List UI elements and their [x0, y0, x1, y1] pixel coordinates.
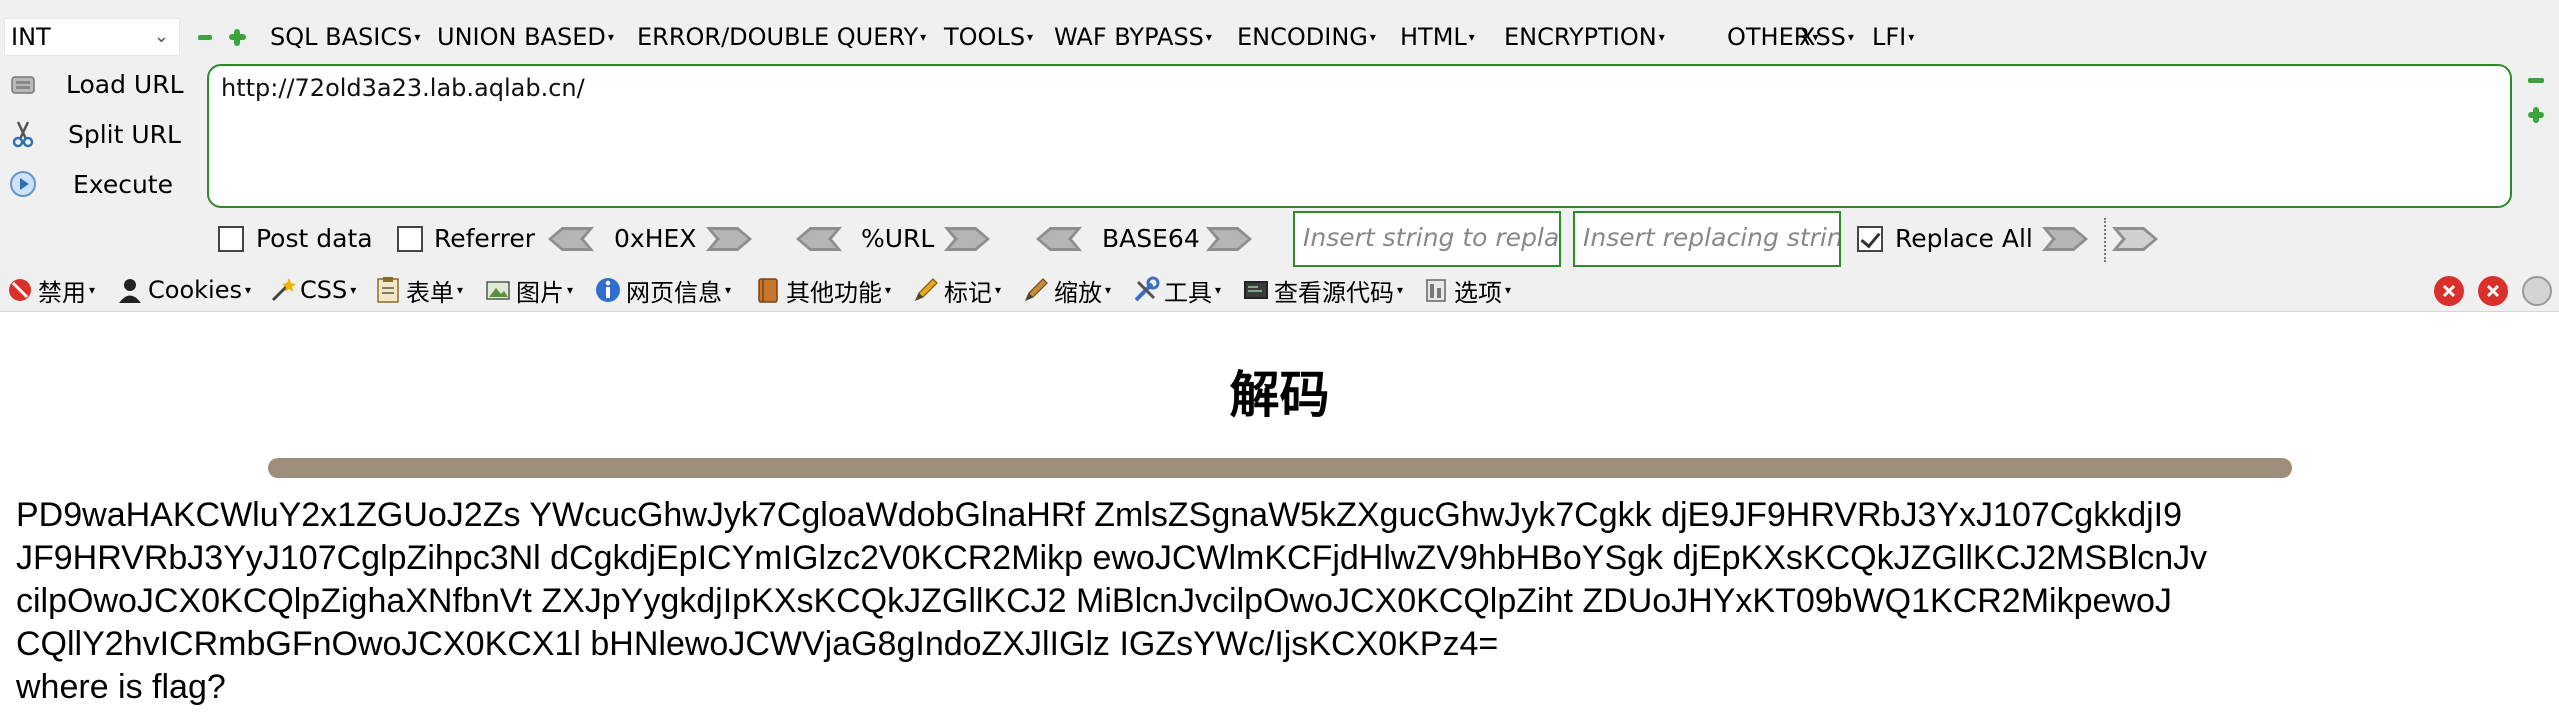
options-icon [1426, 279, 1446, 302]
toolbar-cookies[interactable]: Cookies ▾ [116, 274, 251, 306]
menu-error-double-query[interactable]: ERROR/DOUBLE QUERY ▾ [637, 20, 926, 54]
replace-all-checkbox[interactable] [1857, 226, 1883, 252]
resize-icon [1024, 278, 1048, 302]
hex-label: 0xHEX [614, 224, 697, 253]
menu-encryption[interactable]: ENCRYPTION ▾ [1504, 20, 1665, 54]
play-icon [10, 171, 36, 197]
toolbar-page-info[interactable]: 网页信息 ▾ [594, 274, 731, 307]
toolbar-tools[interactable]: 工具 ▾ [1132, 274, 1221, 307]
hackbar-panel: INT ⌄ SQL BASICS ▾ UNION BASED ▾ ERROR/DOU… [0, 0, 2559, 268]
divider [268, 458, 2292, 478]
css-wand-icon [271, 278, 296, 302]
separator [2104, 218, 2106, 262]
encoded-line: JF9HRVRbJ3YyJ107CglpZihpc3Nl dCgkdjEpICY… [16, 539, 2208, 577]
encoded-content: PD9waHAKCWluY2x1ZGUoJ2Zs YWcucGhwJyk7Cgl… [16, 494, 2316, 709]
url-textarea[interactable]: http://72old3a23.lab.aqlab.cn/ [207, 64, 2512, 208]
menu-union-based[interactable]: UNION BASED ▾ [437, 20, 614, 54]
hex-decode-arrow-icon[interactable] [548, 225, 594, 253]
toolbar-css[interactable]: CSS ▾ [268, 274, 356, 306]
toolbar-outline[interactable]: 标记 ▾ [912, 274, 1001, 307]
image-icon [486, 281, 510, 300]
minimize-toolbar-icon[interactable] [2522, 276, 2552, 306]
url-encoding-label: %URL [861, 224, 935, 253]
encoded-line: CQllY2hvICRmbGFnOwoJCX0KCX1l bHNlewoJCWV… [16, 625, 1499, 663]
base64-decode-arrow-icon[interactable] [1036, 225, 1082, 253]
base64-label: BASE64 [1102, 224, 1200, 253]
menu-html[interactable]: HTML ▾ [1400, 20, 1475, 54]
replace-string-input[interactable]: Insert string to replace [1293, 211, 1561, 267]
load-url-icon [11, 76, 35, 94]
injection-type-value: INT [11, 23, 51, 51]
execute-button[interactable]: Execute [0, 162, 200, 206]
decrease-icon[interactable] [196, 28, 214, 46]
split-url-button[interactable]: Split URL [0, 112, 200, 156]
chevron-down-icon: ⌄ [153, 26, 169, 47]
toolbar-forms[interactable]: 表单 ▾ [374, 274, 463, 307]
load-url-button[interactable]: Load URL [0, 62, 200, 106]
increase-icon[interactable] [228, 28, 246, 46]
menu-waf-bypass[interactable]: WAF BYPASS ▾ [1054, 20, 1212, 54]
collapse-icon[interactable] [2527, 72, 2545, 90]
url-encode-arrow-icon[interactable] [944, 225, 990, 253]
web-developer-toolbar: 禁用 ▾ Cookies ▾ CSS ▾ 表单 ▾ 图片 ▾ 网页信息 ▾ 其他功能 ▾ 标记… [0, 268, 2559, 312]
menu-encoding[interactable]: ENCODING ▾ [1237, 20, 1376, 54]
tools-icon [1134, 276, 1160, 302]
toolbar-misc[interactable]: 其他功能 ▾ [754, 274, 891, 307]
post-data-label: Post data [256, 224, 373, 253]
form-icon [377, 277, 399, 303]
replace-all-arrow-icon[interactable] [2112, 225, 2158, 253]
toolbar-images[interactable]: 图片 ▾ [484, 274, 573, 307]
referrer-label: Referrer [434, 224, 536, 253]
encoded-line: cilpOwoJCX0KCQlpZighaXNfbnVt ZXJpYygkdjI… [16, 582, 2172, 620]
replacing-string-input[interactable]: Insert replacing string [1573, 211, 1841, 267]
close-all-icon[interactable] [2478, 276, 2508, 306]
menu-xss[interactable]: XSS ▾ [1799, 20, 1854, 54]
menu-sql-basics[interactable]: SQL BASICS ▾ [270, 20, 420, 54]
replace-arrow-icon[interactable] [2042, 225, 2088, 253]
disable-icon [9, 279, 31, 301]
scissors-icon [12, 121, 34, 148]
toolbar-resize[interactable]: 缩放 ▾ [1022, 274, 1111, 307]
source-icon [1244, 281, 1268, 299]
status-message: where is flag? [16, 668, 226, 706]
pencil-icon [914, 278, 938, 302]
info-icon [596, 278, 620, 302]
url-decode-arrow-icon[interactable] [796, 225, 842, 253]
toolbar-disable[interactable]: 禁用 ▾ [6, 274, 95, 307]
page-title: 解码 [1229, 366, 1330, 424]
toolbar-view-source[interactable]: 查看源代码 ▾ [1242, 274, 1403, 307]
url-value: http://72old3a23.lab.aqlab.cn/ [221, 74, 585, 102]
hex-encode-arrow-icon[interactable] [706, 225, 752, 253]
replace-all-label: Replace All [1895, 224, 2033, 253]
cookie-icon [119, 279, 141, 303]
referrer-checkbox[interactable] [397, 226, 423, 252]
toolbar-options[interactable]: 选项 ▾ [1422, 274, 1511, 307]
encoded-line: PD9waHAKCWluY2x1ZGUoJ2Zs YWcucGhwJyk7Cgl… [16, 496, 2183, 534]
menu-lfi[interactable]: LFI ▾ [1872, 20, 1914, 54]
base64-encode-arrow-icon[interactable] [1206, 225, 1252, 253]
expand-icon[interactable] [2527, 106, 2545, 124]
menu-tools[interactable]: TOOLS ▾ [944, 20, 1033, 54]
close-icon[interactable] [2434, 276, 2464, 306]
injection-type-select[interactable]: INT ⌄ [4, 18, 180, 56]
misc-icon [758, 278, 778, 303]
post-data-checkbox[interactable] [218, 226, 244, 252]
